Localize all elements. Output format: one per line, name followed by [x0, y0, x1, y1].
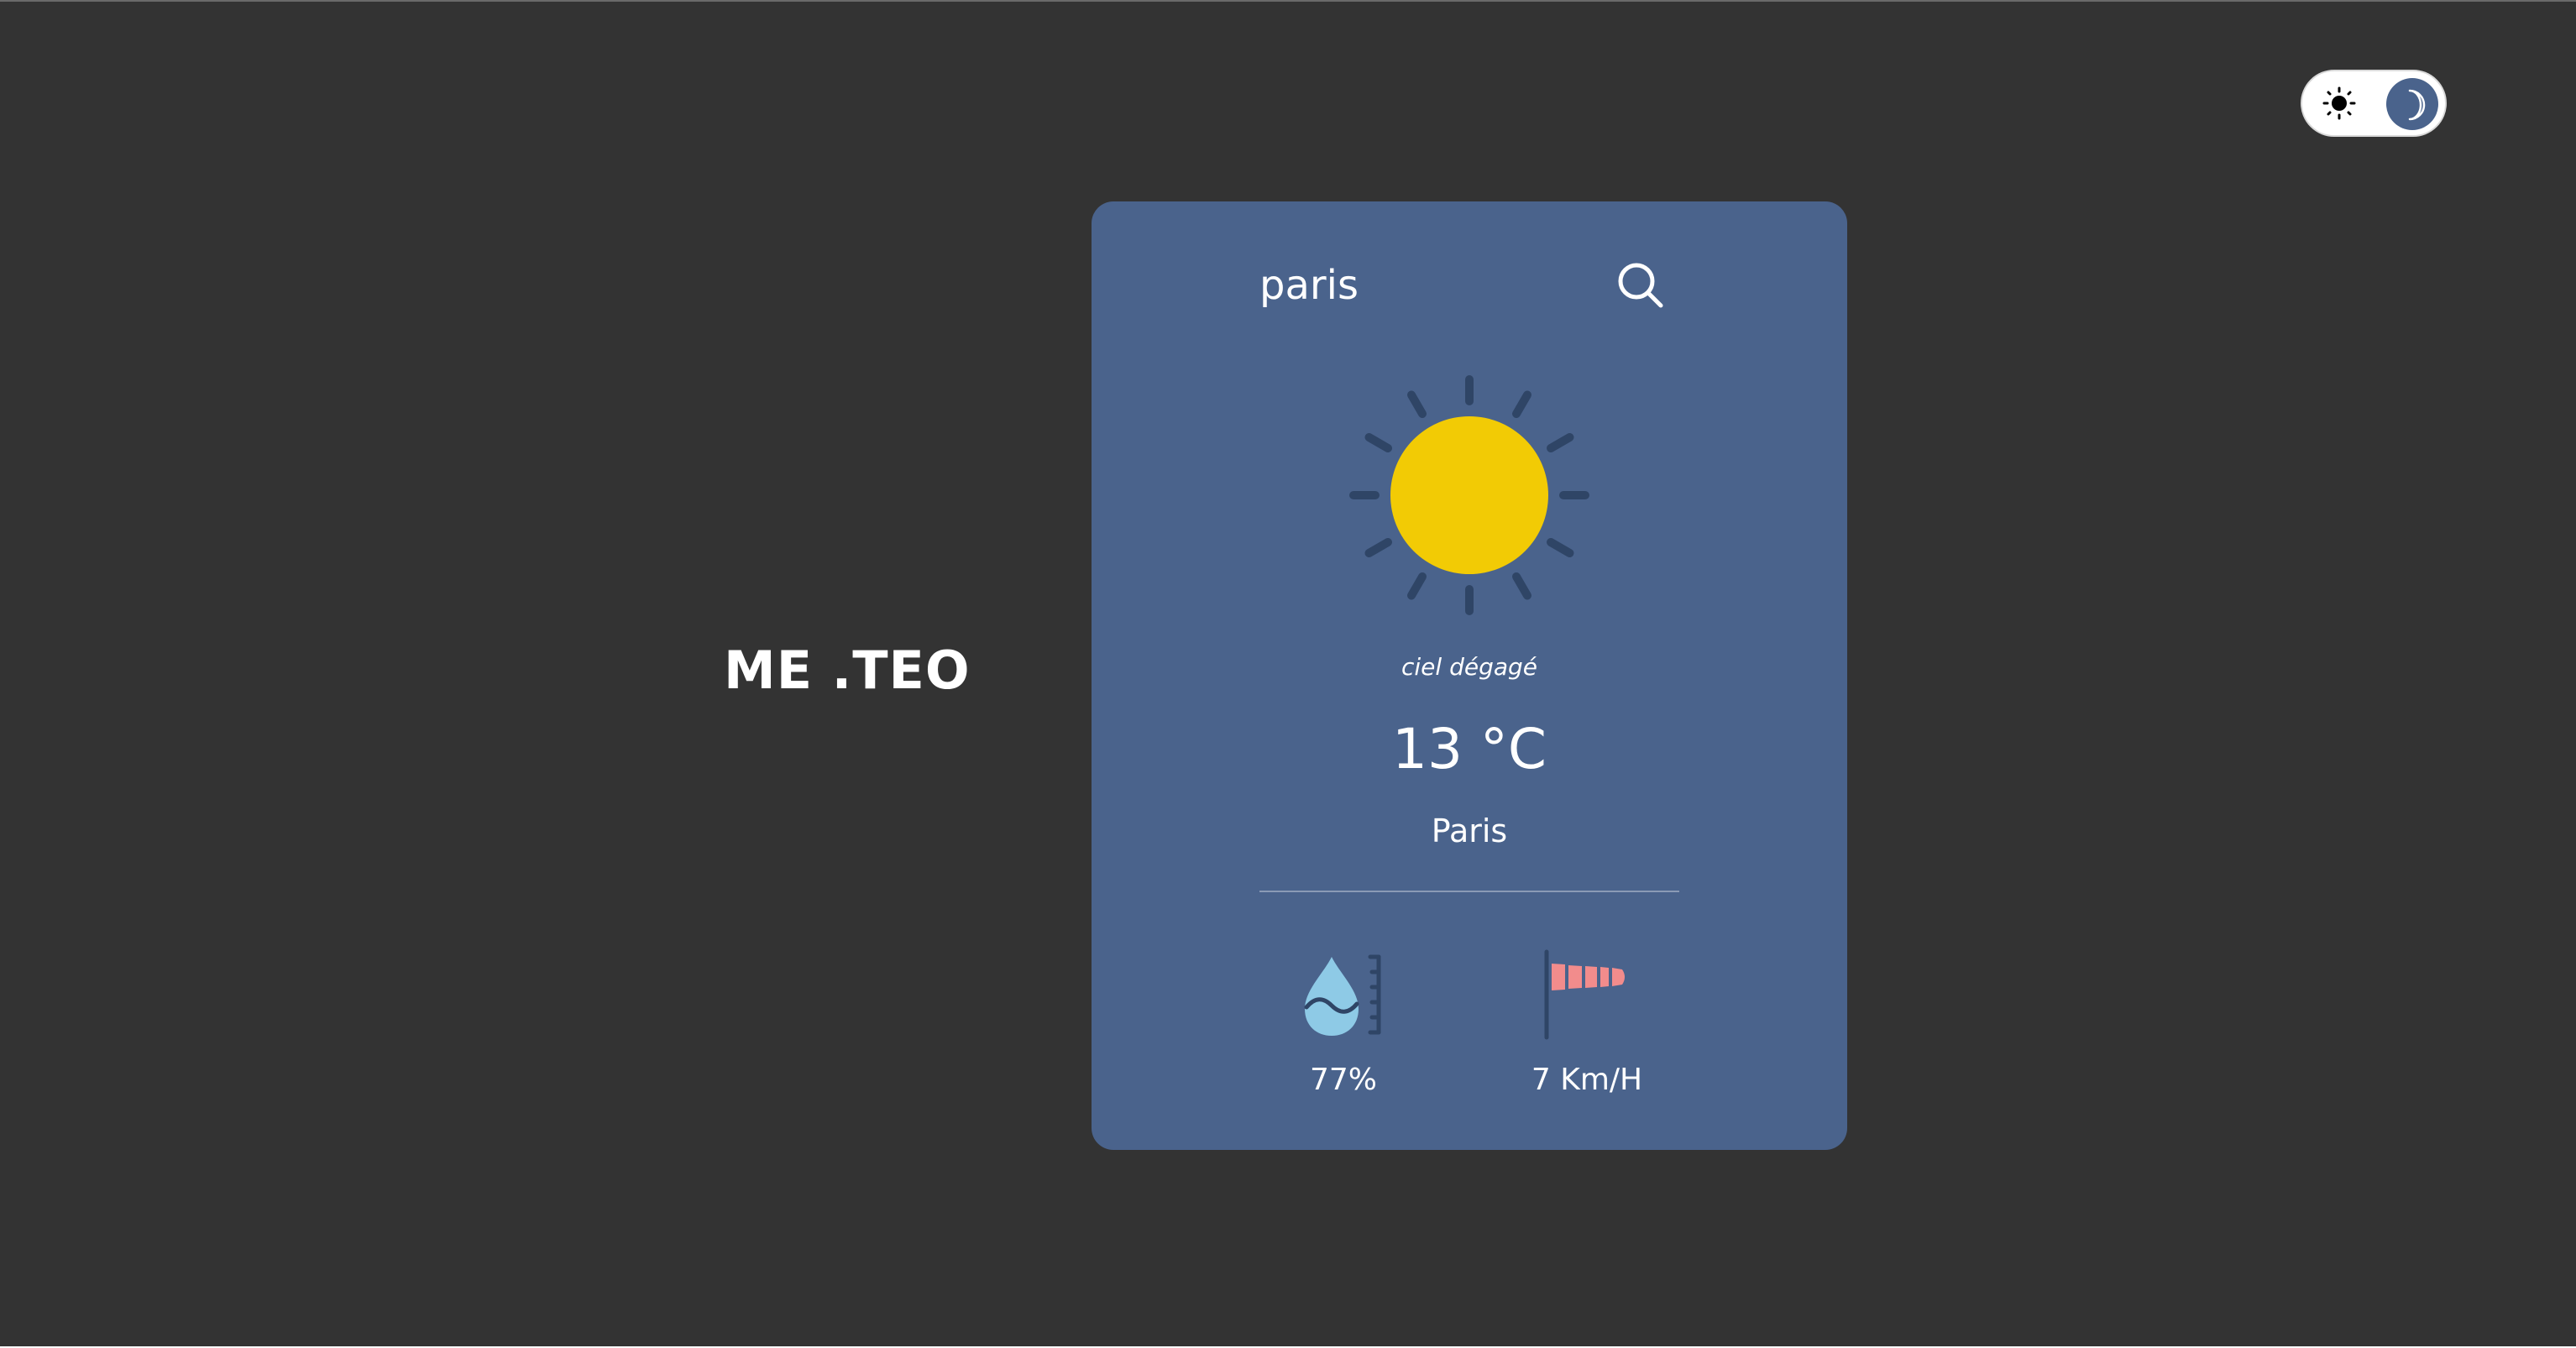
divider	[1259, 891, 1679, 892]
page: ME .TEO ciel dégagé	[0, 0, 2576, 1348]
sun-icon	[2322, 86, 2356, 120]
weather-card: ciel dégagé 13 °C Paris 77%	[1092, 201, 1847, 1150]
top-border	[0, 0, 2576, 2]
wind-speed-value: 7 Km/H	[1531, 1063, 1643, 1097]
city-name: Paris	[1431, 812, 1508, 849]
sun-icon	[1349, 375, 1589, 615]
toggle-knob[interactable]	[2386, 78, 2438, 130]
city-search-input[interactable]	[1259, 252, 1579, 319]
moon-icon	[2408, 89, 2426, 121]
temperature-value: 13 °C	[1391, 717, 1547, 781]
weather-description: ciel dégagé	[1401, 653, 1537, 681]
app-logo: ME .TEO	[724, 640, 971, 701]
windsock-icon	[1544, 949, 1625, 1040]
theme-toggle[interactable]	[2301, 70, 2447, 137]
search-icon[interactable]	[1612, 257, 1671, 316]
humidity-drop-icon	[1304, 954, 1381, 1036]
humidity-value: 77%	[1309, 1063, 1377, 1097]
